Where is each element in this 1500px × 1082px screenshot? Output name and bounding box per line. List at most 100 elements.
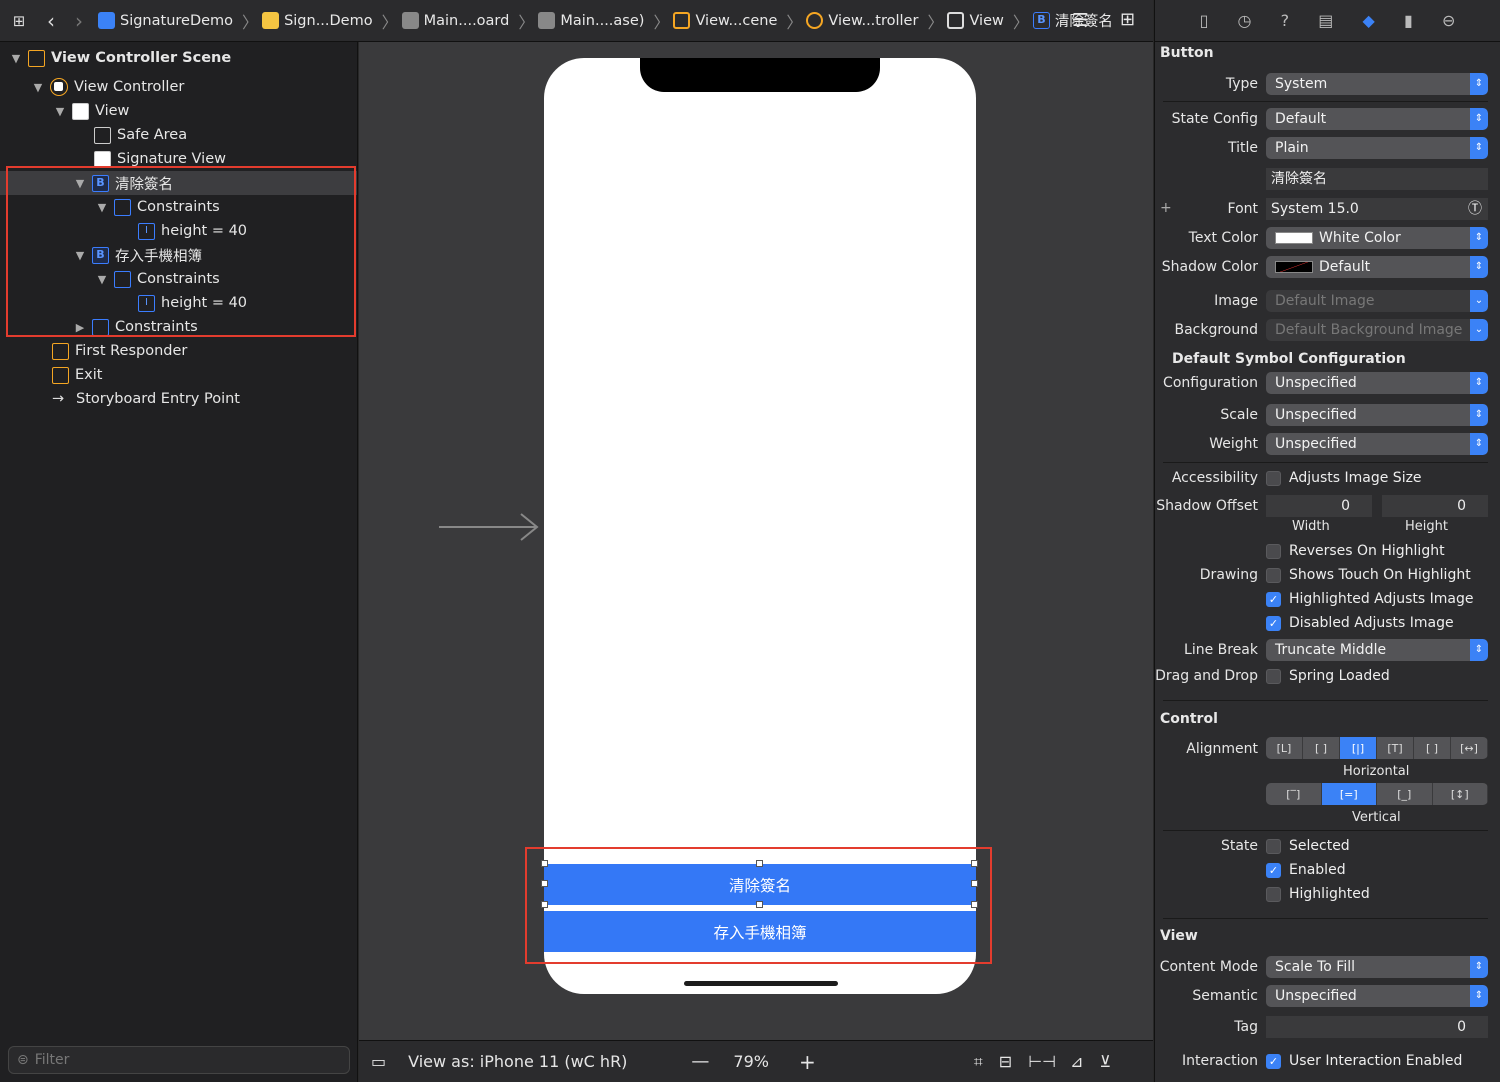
highlighted-checkbox[interactable]: Highlighted (1266, 886, 1370, 902)
background-combo[interactable]: Default Background Image ⌄ (1266, 319, 1488, 341)
selected-checkbox[interactable]: Selected (1266, 838, 1350, 854)
divider (1163, 830, 1488, 831)
identity-inspector-icon[interactable]: ▤ (1318, 11, 1333, 30)
add-editor-icon[interactable]: ⊞ (1120, 9, 1135, 30)
checkmark-icon[interactable]: ✓ (1266, 862, 1281, 878)
checkbox[interactable] (1266, 886, 1281, 902)
checkmark-icon[interactable]: ✓ (1266, 615, 1281, 631)
text-color-popup[interactable]: White Color ⇕ (1266, 227, 1488, 249)
align-left-icon[interactable]: [ ] (1303, 737, 1340, 759)
shows-touch-checkbox[interactable]: Shows Touch On Highlight (1266, 567, 1471, 583)
font-picker-icon[interactable]: Ⓣ (1468, 198, 1482, 220)
enabled-checkbox[interactable]: ✓ Enabled (1266, 862, 1346, 878)
storyboard-canvas[interactable]: 清除簽名 存入手機相簿 (359, 42, 1153, 1040)
align-leading-icon[interactable]: [L] (1266, 737, 1303, 759)
outline-row-safe-area[interactable]: Safe Area (94, 123, 187, 147)
configuration-label: Configuration (1163, 375, 1258, 391)
zoom-out-icon[interactable]: — (691, 1051, 709, 1072)
title-text-field[interactable]: 清除簽名 (1266, 168, 1488, 190)
height-caption: Height (1405, 519, 1448, 534)
vertical-alignment-segmented[interactable]: [‾] [=] [_] [↕] (1266, 783, 1488, 805)
view-as-label[interactable]: View as: iPhone 11 (wC hR) (408, 1052, 627, 1071)
align-fill-h-icon[interactable]: [↔] (1451, 737, 1488, 759)
add-constraints-icon[interactable]: ⊢⊣ (1028, 1052, 1056, 1071)
breadcrumb-project[interactable]: SignatureDemo 〉 (98, 9, 258, 33)
highlight-box (6, 166, 356, 337)
line-break-popup[interactable]: Truncate Middle ⇕ (1266, 639, 1488, 661)
disabled-adjusts-checkbox[interactable]: ✓ Disabled Adjusts Image (1266, 615, 1454, 631)
history-icon[interactable]: ◷ (1238, 11, 1252, 30)
update-frames-icon[interactable]: ⌗ (974, 1052, 983, 1072)
disclosure-triangle-icon[interactable]: ▼ (32, 81, 44, 94)
button-icon: B (1032, 12, 1050, 29)
width-caption: Width (1292, 519, 1330, 534)
filter-field[interactable]: ⊜ Filter (8, 1046, 350, 1074)
title-popup[interactable]: Plain ⇕ (1266, 137, 1488, 159)
attributes-inspector-icon[interactable]: ◆ (1363, 11, 1375, 30)
align-icon[interactable]: ⊟ (999, 1052, 1012, 1071)
highlighted-adjusts-checkbox[interactable]: ✓ Highlighted Adjusts Image (1266, 591, 1474, 607)
checkbox[interactable] (1266, 838, 1281, 854)
outline-row-view-controller[interactable]: ▼ View Controller (32, 75, 184, 99)
user-interaction-checkbox[interactable]: ✓ User Interaction Enabled (1266, 1053, 1462, 1069)
sidebar-toggle-icon[interactable]: ▭ (371, 1052, 386, 1071)
disclosure-triangle-icon[interactable]: ▼ (54, 105, 66, 118)
scale-popup[interactable]: Unspecified ⇕ (1266, 404, 1488, 426)
checkbox[interactable] (1266, 470, 1281, 486)
adjusts-image-size-checkbox[interactable]: Adjusts Image Size (1266, 470, 1422, 486)
configuration-popup[interactable]: Unspecified ⇕ (1266, 372, 1488, 394)
spring-loaded-checkbox[interactable]: Spring Loaded (1266, 668, 1390, 684)
line-break-label: Line Break (1184, 642, 1258, 658)
breadcrumb-view[interactable]: View 〉 (947, 9, 1029, 33)
shadow-color-popup[interactable]: Default ⇕ (1266, 256, 1488, 278)
help-icon[interactable]: ? (1281, 11, 1290, 30)
shadow-width-field[interactable]: 0 (1266, 495, 1372, 517)
forward-arrow-icon[interactable]: › (68, 9, 90, 33)
breadcrumb-storyboard[interactable]: Main....oard 〉 (401, 9, 534, 33)
outline-row-scene[interactable]: ▼ View Controller Scene (10, 46, 231, 70)
checkbox[interactable] (1266, 668, 1281, 684)
reverses-checkbox[interactable]: Reverses On Highlight (1266, 543, 1445, 559)
breadcrumb-base[interactable]: Main....ase) 〉 (538, 9, 669, 33)
align-top-icon[interactable]: [‾] (1266, 783, 1322, 805)
checkbox[interactable] (1266, 543, 1281, 559)
content-mode-popup[interactable]: Scale To Fill ⇕ (1266, 956, 1488, 978)
outline-row-view[interactable]: ▼ View (54, 99, 129, 123)
scale-value: Unspecified (1275, 407, 1357, 423)
align-right-icon[interactable]: [ ] (1414, 737, 1451, 759)
shadow-height-field[interactable]: 0 (1382, 495, 1488, 517)
editor-options-icon[interactable]: ☰ (1072, 10, 1088, 31)
font-field[interactable]: System 15.0 Ⓣ (1266, 198, 1488, 220)
tag-field[interactable]: 0 (1266, 1016, 1488, 1038)
breadcrumb-scene[interactable]: View...cene 〉 (673, 9, 802, 33)
checkbox[interactable] (1266, 567, 1281, 583)
state-config-popup[interactable]: Default ⇕ (1266, 108, 1488, 130)
semantic-popup[interactable]: Unspecified ⇕ (1266, 985, 1488, 1007)
breadcrumb-folder[interactable]: Sign...Demo 〉 (262, 9, 398, 33)
grid-icon[interactable]: ⊞ (8, 12, 30, 30)
align-bottom-icon[interactable]: [_] (1377, 783, 1433, 805)
type-popup[interactable]: System ⇕ (1266, 73, 1488, 95)
image-combo[interactable]: Default Image ⌄ (1266, 290, 1488, 312)
outline-row-first-responder[interactable]: First Responder (52, 339, 187, 363)
add-variation-icon[interactable]: + (1160, 200, 1172, 216)
file-inspector-icon[interactable]: ▯ (1200, 11, 1209, 30)
checkmark-icon[interactable]: ✓ (1266, 591, 1281, 607)
breadcrumb-view-controller[interactable]: View...troller 〉 (806, 9, 943, 33)
outline-row-entry-point[interactable]: → Storyboard Entry Point (52, 387, 240, 411)
checkmark-icon[interactable]: ✓ (1266, 1053, 1281, 1069)
zoom-in-icon[interactable]: + (799, 1050, 816, 1074)
align-trailing-icon[interactable]: [T] (1377, 737, 1414, 759)
align-fill-v-icon[interactable]: [↕] (1433, 783, 1488, 805)
back-arrow-icon[interactable]: ‹ (40, 9, 62, 33)
size-inspector-icon[interactable]: ▮ (1404, 11, 1413, 30)
horizontal-alignment-segmented[interactable]: [L][ ] [|] [T][ ] [↔] (1266, 737, 1488, 759)
resolve-issues-icon[interactable]: ⊿ (1070, 1052, 1083, 1071)
weight-popup[interactable]: Unspecified ⇕ (1266, 433, 1488, 455)
outline-row-exit[interactable]: Exit (52, 363, 102, 387)
embed-icon[interactable]: ⊻ (1099, 1052, 1111, 1071)
connections-inspector-icon[interactable]: ⊖ (1442, 11, 1455, 30)
disclosure-triangle-icon[interactable]: ▼ (10, 52, 22, 65)
align-center-h-icon[interactable]: [|] (1340, 737, 1377, 759)
align-center-v-icon[interactable]: [=] (1321, 783, 1377, 805)
